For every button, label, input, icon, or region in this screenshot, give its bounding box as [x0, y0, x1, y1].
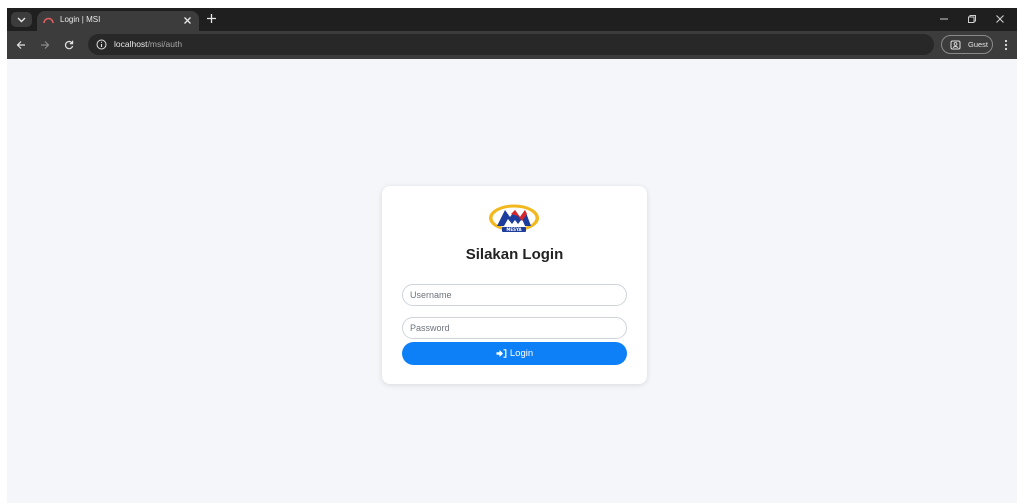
username-input[interactable] — [402, 284, 627, 306]
url-host: localhost — [114, 39, 148, 49]
address-bar[interactable]: localhost/msi/auth — [88, 34, 934, 55]
login-heading: Silakan Login — [465, 246, 564, 263]
arrow-right-icon[interactable] — [40, 40, 50, 50]
tab-strip: Login | MSI — [7, 8, 1017, 31]
browser-tab[interactable]: Login | MSI — [37, 11, 199, 31]
speedometer-icon — [43, 17, 54, 24]
sign-in-icon — [496, 349, 507, 358]
login-card: MESYA Silakan Login Login — [382, 186, 647, 384]
browser-window: Login | MSI localhost/msi/auth Guest MES… — [7, 8, 1017, 503]
url-text[interactable]: localhost/msi/auth — [114, 38, 182, 51]
tab-search-button[interactable] — [11, 12, 32, 27]
close-icon[interactable] — [183, 16, 192, 25]
profile-label: Guest — [968, 40, 989, 49]
browser-toolbar: localhost/msi/auth Guest — [7, 31, 1017, 59]
kebab-icon[interactable] — [1004, 39, 1008, 51]
url-path: /msi/auth — [147, 39, 183, 49]
close-window-icon[interactable] — [995, 14, 1005, 24]
company-logo: MESYA — [489, 204, 539, 232]
svg-text:MESYA: MESYA — [506, 227, 522, 232]
profile-button[interactable]: Guest — [941, 35, 993, 54]
info-icon[interactable] — [96, 39, 107, 50]
restore-icon[interactable] — [967, 14, 977, 24]
guest-icon — [950, 40, 961, 50]
reload-icon[interactable] — [64, 40, 74, 50]
arrow-left-icon[interactable] — [16, 40, 26, 50]
password-input[interactable] — [402, 317, 627, 339]
chevron-down-icon — [17, 17, 26, 22]
plus-icon[interactable] — [206, 13, 217, 24]
login-button-label: Login — [509, 348, 534, 359]
minimize-icon[interactable] — [939, 14, 949, 24]
tab-title: Login | MSI — [60, 15, 101, 24]
login-button[interactable]: Login — [402, 342, 627, 365]
